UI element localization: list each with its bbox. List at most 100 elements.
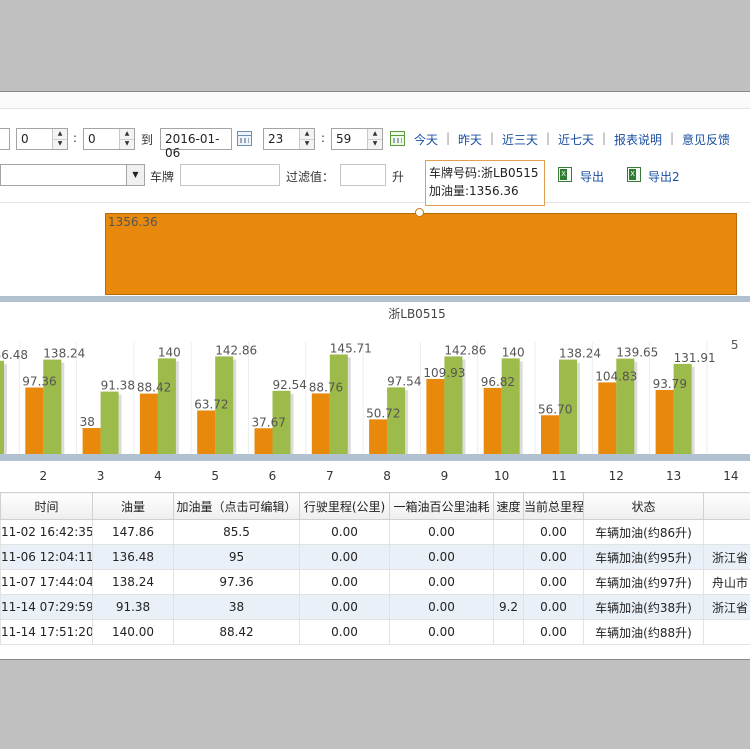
vehicle-select[interactable]: ▼ — [0, 164, 145, 186]
header-location[interactable] — [703, 492, 750, 520]
bar-series2[interactable] — [157, 358, 176, 454]
bar-series1[interactable] — [197, 410, 216, 454]
bar-series1[interactable] — [25, 387, 44, 454]
cell-status: 车辆加油(约38升) — [583, 594, 704, 620]
cell-refuel[interactable]: 38 — [173, 594, 300, 620]
link-today[interactable]: 今天 — [414, 131, 438, 148]
bar-series1[interactable] — [139, 393, 158, 454]
bar-series1[interactable] — [254, 428, 273, 454]
bar-series2[interactable] — [501, 358, 520, 454]
chevron-down-icon[interactable]: ▼ — [126, 165, 144, 185]
export-button[interactable]: 导出 — [580, 168, 604, 185]
data-label: 50.72 — [366, 406, 400, 420]
x-tick-label: 9 — [441, 469, 449, 483]
table-row[interactable]: 11-02 16:42:35 147.86 85.5 0.00 0.00 0.0… — [0, 519, 750, 545]
table-row[interactable]: 11-14 17:51:20 140.00 88.42 0.00 0.00 0.… — [0, 619, 750, 645]
link-last-three-days[interactable]: 近三天 — [502, 131, 538, 148]
cell-mileage: 0.00 — [299, 569, 390, 595]
fuel-bar-chart: 浙LB05159597.363888.4263.7237.6788.7650.7… — [0, 307, 750, 483]
bar-series1[interactable] — [426, 378, 445, 454]
data-label: 38 — [80, 415, 95, 429]
link-yesterday[interactable]: 昨天 — [458, 131, 482, 148]
overview-bar[interactable] — [105, 213, 737, 295]
end-date-input[interactable]: 2016-01-06 — [160, 128, 232, 160]
overview-chart: 1356.36 — [0, 202, 750, 302]
bar-series1[interactable] — [82, 428, 101, 454]
table-row[interactable]: 11-14 07:29:59 91.38 38 0.00 0.00 9.2 0.… — [0, 594, 750, 620]
link-report-help[interactable]: 报表说明 — [614, 131, 662, 148]
link-feedback[interactable]: 意见反馈 — [682, 131, 730, 148]
x-tick-label: 10 — [494, 469, 509, 483]
bar-series2[interactable] — [0, 360, 4, 454]
data-label: 93.79 — [653, 377, 687, 391]
cell-fuel: 138.24 — [92, 569, 174, 595]
bar-series1[interactable] — [483, 387, 502, 454]
x-tick-label: 5 — [211, 469, 219, 483]
filter-value-input[interactable] — [340, 164, 386, 186]
bar-series1[interactable] — [655, 389, 674, 454]
cell-mileage: 0.00 — [299, 594, 390, 620]
x-tick-label: 4 — [154, 469, 162, 483]
cell-time: 11-14 17:51:20 — [0, 619, 93, 645]
data-label: 63.72 — [194, 397, 228, 411]
bar-series2[interactable] — [100, 391, 119, 454]
cell-refuel[interactable]: 85.5 — [173, 519, 300, 545]
header-time[interactable]: 时间 — [0, 492, 93, 520]
cell-time: 11-14 07:29:59 — [0, 594, 93, 620]
filter-toolbar: ▼ 车牌 过滤值： 升 X 导出 X 导出2 — [0, 162, 750, 188]
cell-total-mileage: 0.00 — [523, 544, 584, 570]
plate-input[interactable] — [180, 164, 280, 186]
x-tick-label: 2 — [39, 469, 47, 483]
x-tick-label: 8 — [383, 469, 391, 483]
data-label: 138.24 — [43, 347, 85, 361]
x-tick-label: 11 — [551, 469, 566, 483]
calendar-icon[interactable] — [237, 131, 252, 146]
bar-series2[interactable] — [329, 354, 348, 454]
cell-consumption: 0.00 — [389, 519, 494, 545]
header-refuel-amount[interactable]: 加油量（点击可编辑） — [173, 492, 300, 520]
table-row[interactable]: 11-06 12:04:11 136.48 95 0.00 0.00 0.00 … — [0, 544, 750, 570]
link-last-seven-days[interactable]: 近七天 — [558, 131, 594, 148]
cell-time: 11-02 16:42:35 — [0, 519, 93, 545]
spin-down-icon[interactable]: ▼ — [300, 139, 314, 149]
start-minute-spinner[interactable]: 0 ▲ ▼ — [83, 128, 135, 150]
cell-refuel[interactable]: 95 — [173, 544, 300, 570]
cell-time: 11-07 17:44:04 — [0, 569, 93, 595]
header-status[interactable]: 状态 — [583, 492, 704, 520]
cell-speed — [493, 519, 524, 545]
filter-unit-label: 升 — [392, 170, 405, 184]
bar-series1[interactable] — [541, 415, 559, 454]
x-tick-label: 13 — [666, 469, 681, 483]
overview-point-marker[interactable] — [415, 208, 424, 217]
cell-refuel[interactable]: 88.42 — [173, 619, 300, 645]
cell-location — [703, 519, 750, 545]
bar-series2[interactable] — [387, 387, 406, 454]
header-fuel-level[interactable]: 油量 — [92, 492, 174, 520]
header-speed[interactable]: 速度 — [493, 492, 524, 520]
table-row[interactable]: 11-07 17:44:04 138.24 97.36 0.00 0.00 0.… — [0, 569, 750, 595]
start-hour-spinner[interactable]: 0 ▲ ▼ — [16, 128, 68, 150]
cell-total-mileage: 0.00 — [523, 519, 584, 545]
calendar-green-icon[interactable] — [390, 131, 405, 146]
bar-series1[interactable] — [369, 419, 388, 454]
time-range-toolbar: 0 ▲ ▼ : 0 ▲ ▼ 到 2016-01-06 23 ▲ ▼ : 59 ▲ ▼ 今… — [0, 128, 750, 160]
header-consumption[interactable]: 一箱油百公里油耗 — [389, 492, 494, 520]
cell-status: 车辆加油(约88升) — [583, 619, 704, 645]
header-mileage[interactable]: 行驶里程(公里) — [299, 492, 390, 520]
cell-refuel[interactable]: 97.36 — [173, 569, 300, 595]
fuel-records-table: 时间 油量 加油量（点击可编辑） 行驶里程(公里) 一箱油百公里油耗 速度 当前… — [0, 492, 750, 645]
bar-series1[interactable] — [598, 382, 617, 454]
end-minute-spinner[interactable]: 59 ▲ ▼ — [331, 128, 383, 150]
header-total-mileage[interactable]: 当前总里程 — [523, 492, 584, 520]
export2-button[interactable]: 导出2 — [648, 168, 680, 185]
cell-total-mileage: 0.00 — [523, 619, 584, 645]
spin-down-icon[interactable]: ▼ — [368, 139, 382, 149]
cell-consumption: 0.00 — [389, 544, 494, 570]
start-date-spinner-edge[interactable] — [0, 128, 10, 150]
bar-series1[interactable] — [311, 393, 330, 454]
end-hour-spinner[interactable]: 23 ▲ ▼ — [263, 128, 315, 150]
spin-down-icon[interactable]: ▼ — [53, 139, 67, 149]
spin-down-icon[interactable]: ▼ — [120, 139, 134, 149]
data-label: 88.42 — [137, 381, 171, 395]
cell-fuel: 136.48 — [92, 544, 174, 570]
